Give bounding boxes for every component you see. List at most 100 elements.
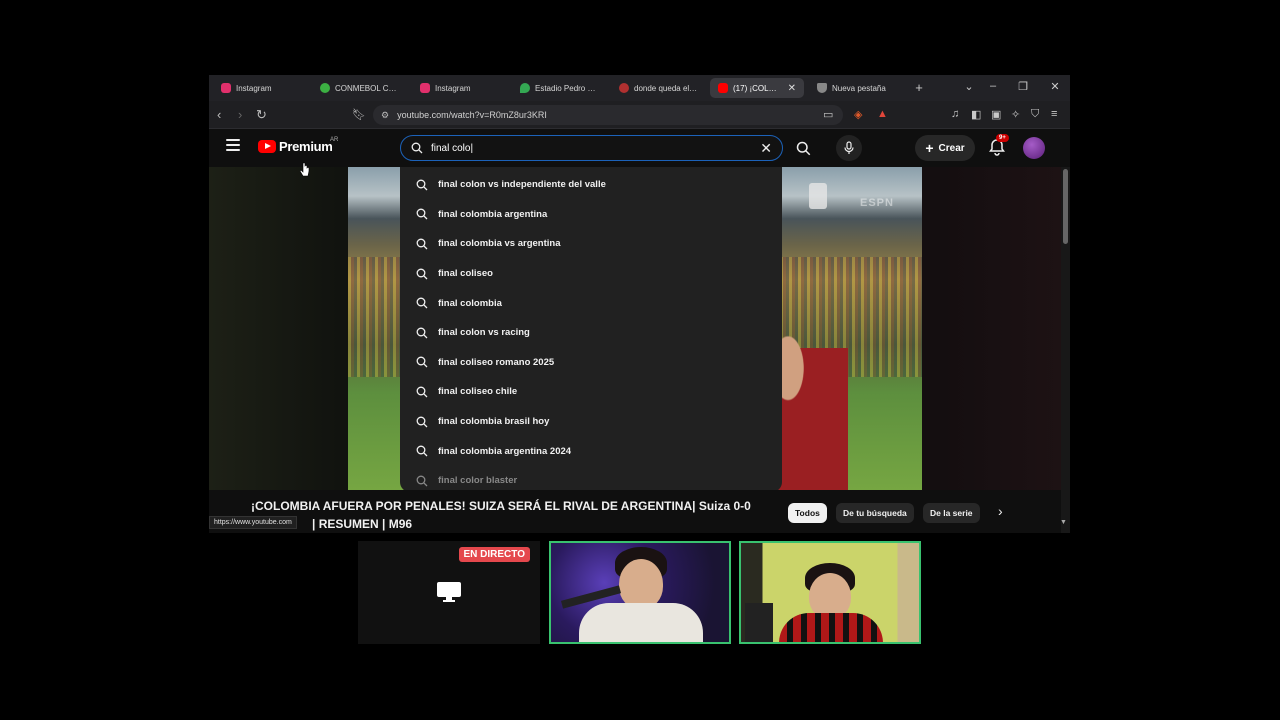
tab-label: Instagram bbox=[435, 83, 471, 93]
tab-new[interactable]: Nueva pestaña bbox=[809, 78, 905, 98]
suggestion-item[interactable]: final coliseo bbox=[400, 259, 782, 289]
cast-icon[interactable]: ▭ bbox=[823, 108, 833, 121]
person-shirt bbox=[579, 603, 703, 642]
suggestion-item[interactable]: final colombia argentina bbox=[400, 200, 782, 230]
search-icon bbox=[796, 141, 810, 155]
monitor-icon bbox=[437, 582, 461, 602]
instagram-icon bbox=[420, 83, 430, 93]
brave-shield-icon bbox=[817, 83, 827, 93]
url-text: youtube.com/watch?v=R0mZ8ur3KRI bbox=[397, 110, 547, 120]
address-bar: ‹ › ↻ 🔖︎ ⚙︎ youtube.com/watch?v=R0mZ8ur3… bbox=[209, 101, 1070, 129]
plus-icon: + bbox=[925, 140, 934, 156]
tab-instagram-2[interactable]: Instagram bbox=[412, 78, 508, 98]
brave-shields-icon[interactable]: ◈ bbox=[854, 108, 862, 121]
streamer-webcam-1[interactable] bbox=[549, 541, 731, 644]
mouse-pointer-icon bbox=[300, 162, 310, 177]
tab-bar: Instagram CONMEBOL Copa Instagram Estadi… bbox=[209, 75, 1070, 101]
suggestion-text: final colombia vs argentina bbox=[438, 238, 561, 250]
clear-search-icon[interactable]: ✕ bbox=[760, 140, 772, 157]
scroll-down-icon[interactable]: ▼ bbox=[1060, 519, 1067, 526]
minimize-icon[interactable]: – bbox=[985, 80, 1001, 92]
close-window-icon[interactable]: ✕ bbox=[1047, 80, 1063, 93]
search-icon bbox=[416, 475, 428, 487]
leo-ai-icon[interactable]: ✧ bbox=[1011, 108, 1020, 121]
scrollbar-thumb[interactable] bbox=[1063, 169, 1068, 244]
search-button[interactable] bbox=[788, 135, 818, 161]
tab-instagram-1[interactable]: Instagram bbox=[213, 78, 309, 98]
tab-donde-queda[interactable]: donde queda el es bbox=[611, 78, 707, 98]
youtube-header: Premium AR final colo ✕ + Crear 9+ bbox=[209, 129, 1070, 167]
brave-rewards-icon[interactable]: ▲ bbox=[877, 108, 888, 120]
suggestion-item[interactable]: final coliseo chile bbox=[400, 377, 782, 407]
suggestion-item[interactable]: final colombia bbox=[400, 288, 782, 318]
tab-youtube-active[interactable]: (17) ¡COLOMBIA ✕ bbox=[710, 78, 804, 98]
tab-list-chevron-icon[interactable]: ⌄ bbox=[961, 80, 977, 93]
search-icon bbox=[411, 142, 423, 154]
search-icon bbox=[416, 297, 428, 309]
search-icon bbox=[416, 416, 428, 428]
back-icon[interactable]: ‹ bbox=[217, 107, 221, 122]
tab-label: Instagram bbox=[236, 83, 272, 93]
forward-icon[interactable]: › bbox=[238, 107, 242, 122]
maximize-icon[interactable]: ❐ bbox=[1015, 80, 1031, 93]
avatar[interactable] bbox=[1023, 137, 1045, 159]
suggestion-text: final colombia brasil hoy bbox=[438, 416, 550, 428]
chip-de-tu-busqueda[interactable]: De tu búsqueda bbox=[836, 503, 914, 523]
search-icon bbox=[416, 179, 428, 191]
new-tab-button[interactable]: + bbox=[911, 80, 927, 95]
suggestion-item[interactable]: final colombia vs argentina bbox=[400, 229, 782, 259]
tab-conmebol[interactable]: CONMEBOL Copa bbox=[312, 78, 408, 98]
status-url: https://www.youtube.com bbox=[209, 516, 297, 529]
suggestion-text: final coliseo bbox=[438, 268, 493, 280]
suggestion-item[interactable]: final colombia brasil hoy bbox=[400, 407, 782, 437]
reload-icon[interactable]: ↻ bbox=[256, 107, 267, 123]
vpn-icon[interactable]: ⛉ bbox=[1031, 108, 1039, 121]
youtube-icon bbox=[718, 83, 728, 93]
tab-estadio[interactable]: Estadio Pedro Bidegain bbox=[512, 78, 607, 98]
video-title-line-2: | RESUMEN | M96 bbox=[312, 517, 413, 531]
youtube-premium-logo[interactable]: Premium AR bbox=[258, 137, 338, 154]
browser-menu-icon[interactable]: ≡ bbox=[1051, 108, 1057, 120]
search-icon bbox=[416, 356, 428, 368]
create-label: Crear bbox=[938, 142, 965, 154]
person-shirt bbox=[779, 613, 883, 642]
site-settings-icon[interactable]: ⚙︎ bbox=[381, 110, 389, 121]
suggestion-item[interactable]: final colon vs racing bbox=[400, 318, 782, 348]
search-input[interactable]: final colo ✕ bbox=[400, 135, 783, 161]
suggestion-item[interactable]: final color blaster bbox=[400, 466, 782, 492]
suggestion-text: final colon vs independiente del valle bbox=[438, 179, 606, 191]
tournament-logo bbox=[809, 183, 827, 209]
country-code: AR bbox=[330, 137, 339, 143]
search-icon bbox=[416, 445, 428, 457]
create-button[interactable]: + Crear bbox=[915, 135, 975, 161]
video-title-line-1: ¡COLOMBIA AFUERA POR PENALES! SUIZA SERÁ… bbox=[251, 499, 751, 513]
suggestion-text: final colon vs racing bbox=[438, 327, 530, 339]
voice-search-button[interactable] bbox=[836, 135, 862, 161]
search-engine-icon bbox=[619, 83, 629, 93]
microphone-icon bbox=[844, 141, 854, 154]
screen-share-tile[interactable]: EN DIRECTO bbox=[358, 541, 540, 644]
broadcaster-watermark: ESPN bbox=[860, 197, 894, 209]
close-tab-icon[interactable]: ✕ bbox=[788, 83, 796, 94]
maps-pin-icon bbox=[520, 83, 530, 93]
streamer-webcam-2[interactable] bbox=[739, 541, 921, 644]
media-icon[interactable]: ♫ bbox=[951, 108, 959, 120]
suggestion-text: final colombia argentina bbox=[438, 208, 548, 220]
chip-todos[interactable]: Todos bbox=[788, 503, 827, 523]
bookmark-icon[interactable]: 🔖︎ bbox=[352, 108, 366, 121]
wallet-icon[interactable]: ▣ bbox=[991, 108, 1001, 121]
suggestion-item[interactable]: final coliseo romano 2025 bbox=[400, 348, 782, 378]
search-suggestions: final colon vs independiente del valle fi… bbox=[400, 167, 782, 492]
search-icon bbox=[416, 327, 428, 339]
url-field[interactable]: ⚙︎ youtube.com/watch?v=R0mZ8ur3KRI bbox=[373, 105, 843, 125]
suggestion-item[interactable]: final colon vs independiente del valle bbox=[400, 170, 782, 200]
tab-label: Nueva pestaña bbox=[832, 83, 886, 93]
sidebar-icon[interactable]: ◧ bbox=[971, 108, 981, 121]
hamburger-menu-icon[interactable] bbox=[226, 139, 240, 151]
conmebol-icon bbox=[320, 83, 330, 93]
suggestion-item[interactable]: final colombia argentina 2024 bbox=[400, 436, 782, 466]
chevron-right-icon[interactable]: › bbox=[998, 503, 1003, 519]
notification-badge: 9+ bbox=[996, 134, 1009, 142]
logo-text: Premium bbox=[279, 139, 333, 154]
chip-de-la-serie[interactable]: De la serie bbox=[923, 503, 980, 523]
